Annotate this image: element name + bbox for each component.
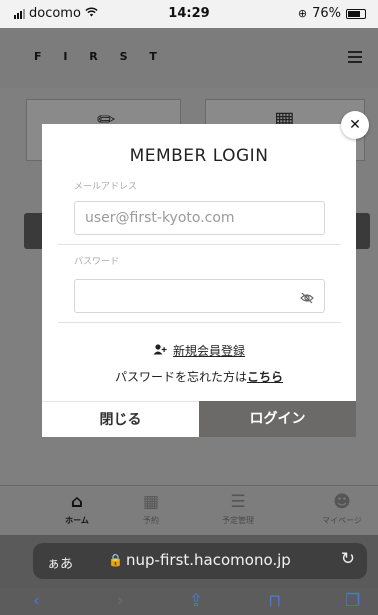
email-label: メールアドレス — [74, 182, 138, 192]
forward-icon[interactable]: › — [117, 591, 124, 611]
login-button[interactable]: ログイン — [199, 401, 356, 437]
bottom-tab-bar: ⌂ ホーム ▦ 予約 ☰ 予定管理 ☻ マイページ — [0, 485, 378, 535]
tab-label: マイページ — [322, 516, 362, 525]
tabs-icon[interactable]: ❐ — [345, 591, 360, 611]
battery-percent: 76% — [312, 6, 341, 21]
lock-icon: 🔒 — [108, 553, 123, 567]
user-icon: ☻ — [333, 492, 351, 512]
bookmarks-icon[interactable]: ⊓ — [268, 591, 281, 611]
forgot-password-link[interactable]: こちら — [247, 370, 283, 384]
password-label: パスワード — [74, 257, 120, 267]
eye-slash-icon[interactable] — [300, 289, 314, 304]
tab-label: ホーム — [65, 516, 89, 525]
reader-settings-button[interactable]: ぁあ — [47, 553, 73, 572]
reload-icon[interactable]: ↻ — [341, 549, 355, 569]
menu-icon[interactable] — [348, 51, 362, 63]
url-text[interactable]: nup-first.hacomono.jp — [126, 551, 291, 569]
back-icon[interactable]: ‹ — [33, 591, 40, 611]
status-bar: docomo 14:29 ⊕ 76% — [0, 0, 378, 28]
tab-reserve[interactable]: ▦ 予約 — [121, 492, 181, 526]
share-icon[interactable]: ⇪ — [189, 591, 203, 611]
login-modal: MEMBER LOGIN メールアドレス パスワード 新規会員登録 パスワードを… — [42, 124, 356, 437]
forgot-password-row: パスワードを忘れた方はこちら — [42, 368, 356, 385]
email-input[interactable] — [74, 201, 325, 235]
close-button[interactable]: 閉じる — [42, 401, 199, 437]
list-icon: ☰ — [230, 492, 246, 512]
site-logo[interactable]: F I R S T — [34, 50, 166, 63]
divider — [58, 322, 341, 323]
orientation-lock-icon: ⊕ — [297, 7, 308, 20]
tab-mypage[interactable]: ☻ マイページ — [312, 492, 372, 526]
site-header: F I R S T — [0, 28, 378, 88]
browser-address-bar: ぁあ 🔒 nup-first.hacomono.jp ↻ — [0, 535, 378, 588]
register-row: 新規会員登録 — [42, 342, 356, 359]
url-field[interactable]: ぁあ 🔒 nup-first.hacomono.jp ↻ — [33, 543, 367, 579]
password-input[interactable] — [74, 279, 325, 313]
user-plus-icon — [153, 344, 167, 358]
register-link[interactable]: 新規会員登録 — [173, 344, 245, 358]
modal-title: MEMBER LOGIN — [129, 146, 269, 166]
battery-icon — [346, 8, 366, 19]
tab-schedule[interactable]: ☰ 予定管理 — [208, 492, 268, 526]
status-right: ⊕ 76% — [298, 6, 366, 21]
close-icon[interactable]: ✕ — [341, 111, 369, 139]
home-icon: ⌂ — [70, 492, 84, 512]
divider — [58, 244, 341, 245]
tab-home[interactable]: ⌂ ホーム — [47, 492, 107, 526]
browser-toolbar: ‹ › ⇪ ⊓ ❐ — [0, 588, 378, 615]
tab-label: 予約 — [143, 516, 159, 525]
calendar-icon: ▦ — [142, 492, 160, 512]
forgot-password-text: パスワードを忘れた方は — [114, 370, 247, 384]
tab-label: 予定管理 — [222, 516, 254, 525]
